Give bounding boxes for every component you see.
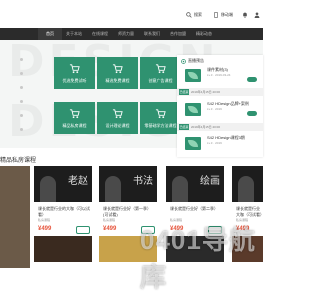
course-cover-lower (34, 236, 92, 262)
side-dot[interactable] (20, 86, 23, 89)
section-title: 精品私房课程 (0, 158, 37, 164)
status-time: 2019年4月15日 20:00 (191, 125, 221, 129)
panel-item-meta: Lv.3 · 2019 (207, 107, 222, 111)
cart-icon (155, 64, 166, 74)
status-time: 2019年4月15日 20:00 (191, 90, 221, 94)
nav-item-about[interactable]: 关于本站 (62, 28, 86, 40)
cart-icon (69, 64, 80, 74)
status-badge: 已结束 (179, 124, 189, 130)
category-tile[interactable]: 精品私房课程 (54, 102, 95, 134)
panel-item-meta: Lv.3 · 2019-03-24 (207, 73, 231, 77)
panel-status-row: 已结束 2019年4月15日 20:00 (177, 123, 263, 131)
panel-item[interactable]: 课件素材(3) Lv.3 · 2019-03-24 (185, 67, 257, 87)
course-cover: 老赵 (34, 166, 92, 202)
tile-label: 创意广告课程 (148, 78, 173, 83)
tile-label: 零基础学方法课程 (144, 123, 177, 128)
category-tile[interactable]: 创意广告课程 (140, 57, 181, 89)
tile-label: 精选免费课程 (105, 78, 130, 83)
cart-icon (112, 64, 123, 74)
search-icon (186, 11, 192, 18)
panel-title: 直播预告 (188, 58, 204, 63)
panel-item-meta: Lv.3 · 2019 (207, 141, 222, 145)
course-thumbnail (185, 103, 201, 116)
nav-item-courses[interactable]: 在线课程 (88, 28, 112, 40)
course-price: ¥499 (38, 226, 52, 232)
course-cover: 书法 (99, 166, 157, 202)
status-badge: 已结束 (179, 89, 189, 95)
watch-button[interactable] (247, 111, 257, 116)
nav-item-news[interactable]: 精彩动态 (192, 28, 216, 40)
watch-button[interactable] (247, 77, 257, 82)
nav-item-partner[interactable]: 合作加盟 (166, 28, 190, 40)
buy-button[interactable] (76, 226, 90, 234)
panel-header: 直播预告 (181, 58, 204, 64)
nav-item-contact[interactable]: 联系我们 (140, 28, 164, 40)
top-bar: 搜索 移动端 (0, 0, 263, 28)
user-button[interactable] (254, 10, 260, 19)
live-preview-panel: 直播预告 课件素材(3) Lv.3 · 2019-03-24 已结束 2019年… (177, 55, 263, 157)
side-dot[interactable] (20, 72, 23, 75)
tile-label: 设计理论课程 (105, 123, 130, 128)
course-price: ¥499 (103, 226, 117, 232)
cart-icon (69, 109, 80, 119)
course-thumbnail (185, 137, 201, 150)
course-thumbnail (185, 69, 201, 82)
side-dot[interactable] (20, 100, 23, 103)
live-icon (181, 58, 186, 64)
tile-label: 精品私房课程 (62, 123, 87, 128)
side-dot[interactable] (20, 114, 23, 117)
course-title: 课长就是行业大咖（可试看） (236, 206, 263, 217)
search-link[interactable]: 搜索 (186, 10, 202, 19)
course-title: 课长就是行业的大咖（可以试看） (38, 206, 90, 217)
panel-status-row: 已结束 2019年4月15日 20:00 (177, 88, 263, 96)
bell-icon (243, 12, 247, 18)
category-tile[interactable]: 设计理论课程 (97, 102, 138, 134)
nav-item-home[interactable]: 首页 (38, 28, 62, 40)
side-dot[interactable] (20, 128, 23, 131)
phone-icon (214, 11, 218, 18)
course-title: 课长就是行业好（第一季）(可试看) (103, 206, 151, 217)
course-title: 课长就是行业好（第二季） (170, 206, 218, 211)
main-nav: 首页 关于本站 在线课程 师资力量 联系我们 合作加盟 精彩动态 (0, 28, 263, 40)
course-card[interactable]: 老赵 课长就是行业的大咖（可以试看） 私房课程 ¥499 (34, 166, 92, 262)
decorative-image (0, 166, 30, 268)
site-watermark: 0401导航库 (140, 225, 256, 292)
course-cover: 绘画 (166, 166, 224, 202)
cart-icon (112, 109, 123, 119)
side-dot[interactable] (20, 58, 23, 61)
category-tile[interactable]: 精选免费课程 (97, 57, 138, 89)
user-icon (254, 11, 260, 18)
search-link-label: 搜索 (194, 11, 202, 17)
panel-item[interactable]: S42 HDesign课程3期 Lv.3 · 2019 (185, 135, 257, 155)
panel-item[interactable]: S42 HDesign品牌+案例 Lv.3 · 2019 (185, 101, 257, 121)
cart-icon (155, 109, 166, 119)
course-meta: 私房课程 (38, 218, 51, 222)
course-meta: 私房课程 (103, 218, 116, 222)
mobile-link-label: 移动端 (221, 11, 233, 17)
tile-label: 优选免费试听 (62, 78, 87, 83)
mobile-link[interactable]: 移动端 (213, 10, 233, 19)
nav-item-teachers[interactable]: 师资力量 (114, 28, 138, 40)
category-tile[interactable]: 优选免费试听 (54, 57, 95, 89)
category-tile[interactable]: 零基础学方法课程 (140, 102, 181, 134)
notifications-button[interactable] (242, 10, 248, 19)
course-cover (232, 166, 263, 202)
